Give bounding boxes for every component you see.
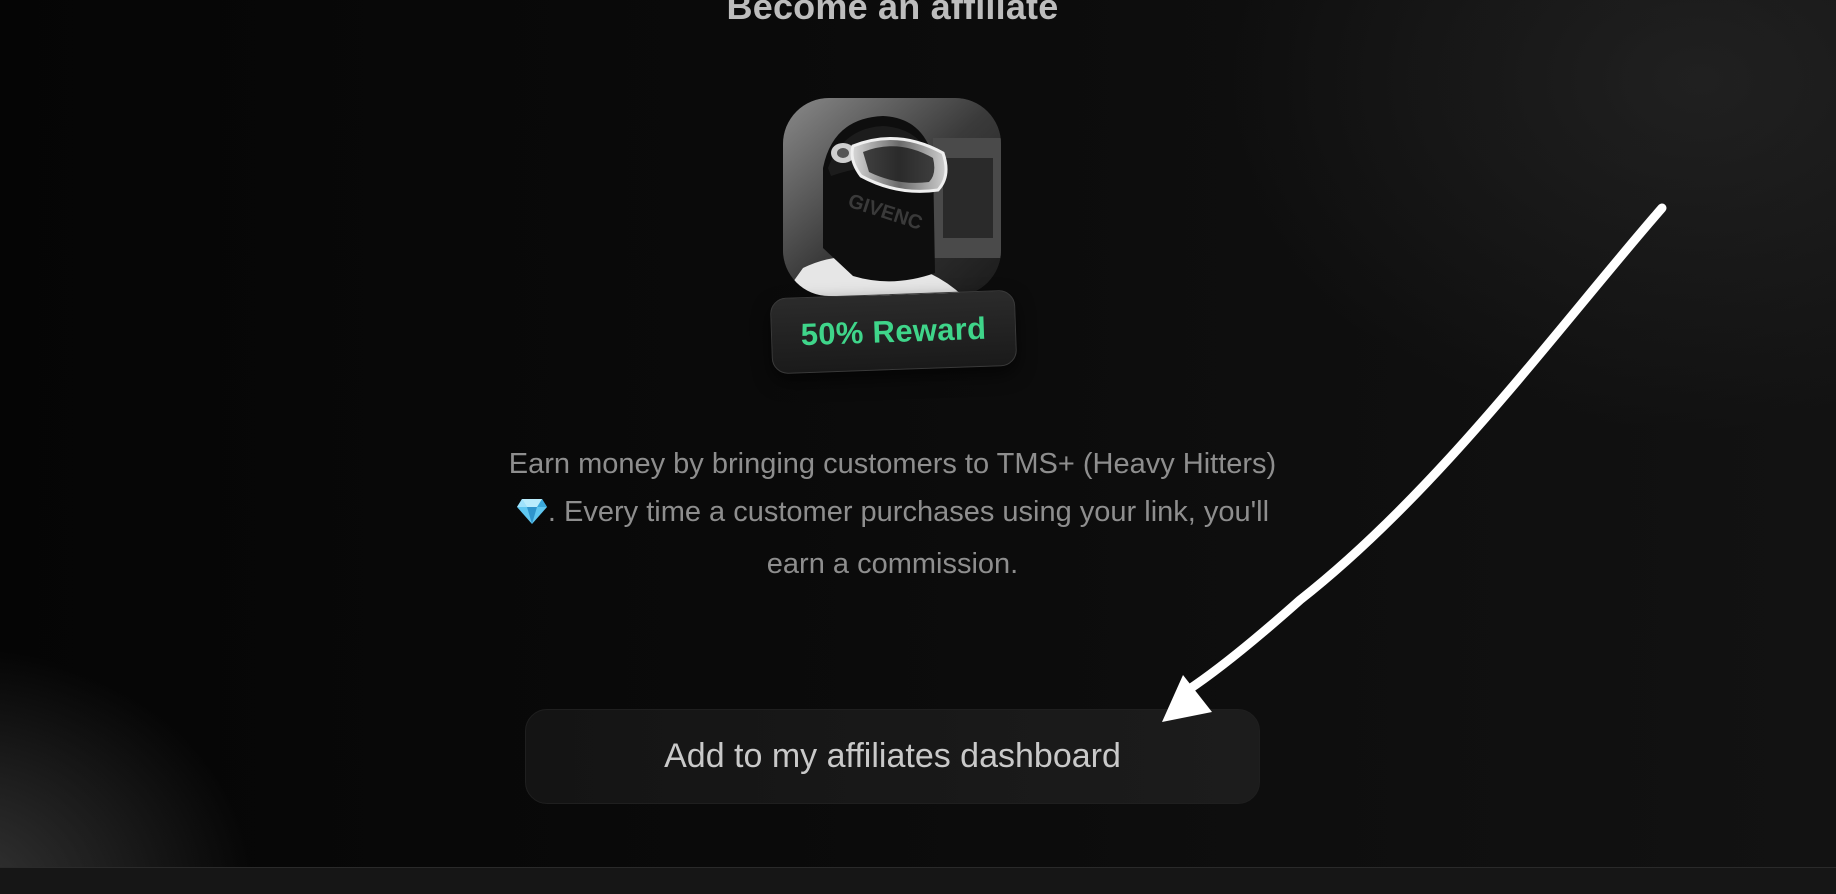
page-title: Become an affiliate	[726, 0, 1059, 27]
avatar: GIVENC	[783, 98, 1001, 296]
add-to-affiliates-dashboard-button[interactable]: Add to my affiliates dashboard	[525, 709, 1260, 804]
affiliate-page: Become an affiliate GIVENC 50% Reward Ea…	[0, 0, 1836, 894]
affiliate-description: Earn money by bringing customers to TMS+…	[500, 440, 1285, 588]
avatar-image: GIVENC	[783, 98, 1001, 296]
bottom-bar	[0, 867, 1836, 894]
description-text-start: Earn money by bringing customers to TMS+…	[508, 448, 1277, 480]
gem-icon	[516, 492, 548, 540]
description-text-end: . Every time a customer purchases using …	[547, 496, 1270, 580]
avatar-container: GIVENC	[783, 98, 1003, 298]
reward-badge: 50% Reward	[769, 289, 1018, 375]
reward-badge-label: 50% Reward	[800, 310, 987, 353]
